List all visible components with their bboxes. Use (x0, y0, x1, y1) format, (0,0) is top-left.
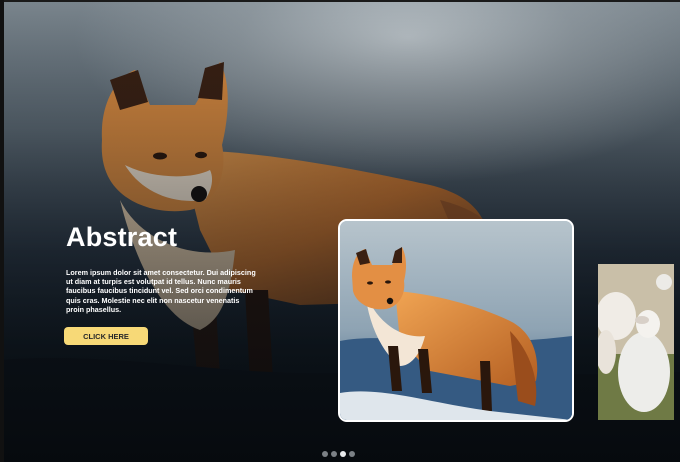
hero-description: Lorem ipsum dolor sit amet consectetur. … (66, 268, 256, 314)
pagination-dots (322, 451, 355, 457)
sheep-thumbnail-image (598, 264, 674, 420)
hero-slider: Abstract Lorem ipsum dolor sit amet cons… (0, 0, 680, 462)
pagination-dot-3[interactable] (340, 451, 346, 457)
pagination-dot-2[interactable] (331, 451, 337, 457)
click-here-button[interactable]: CLICK HERE (64, 327, 148, 345)
pagination-dot-1[interactable] (322, 451, 328, 457)
pagination-dot-4[interactable] (349, 451, 355, 457)
slide-card-fox[interactable] (338, 219, 574, 422)
slide-card-sheep[interactable] (598, 264, 674, 420)
hero-title: Abstract (66, 222, 178, 252)
fox-thumbnail-image (340, 221, 572, 420)
